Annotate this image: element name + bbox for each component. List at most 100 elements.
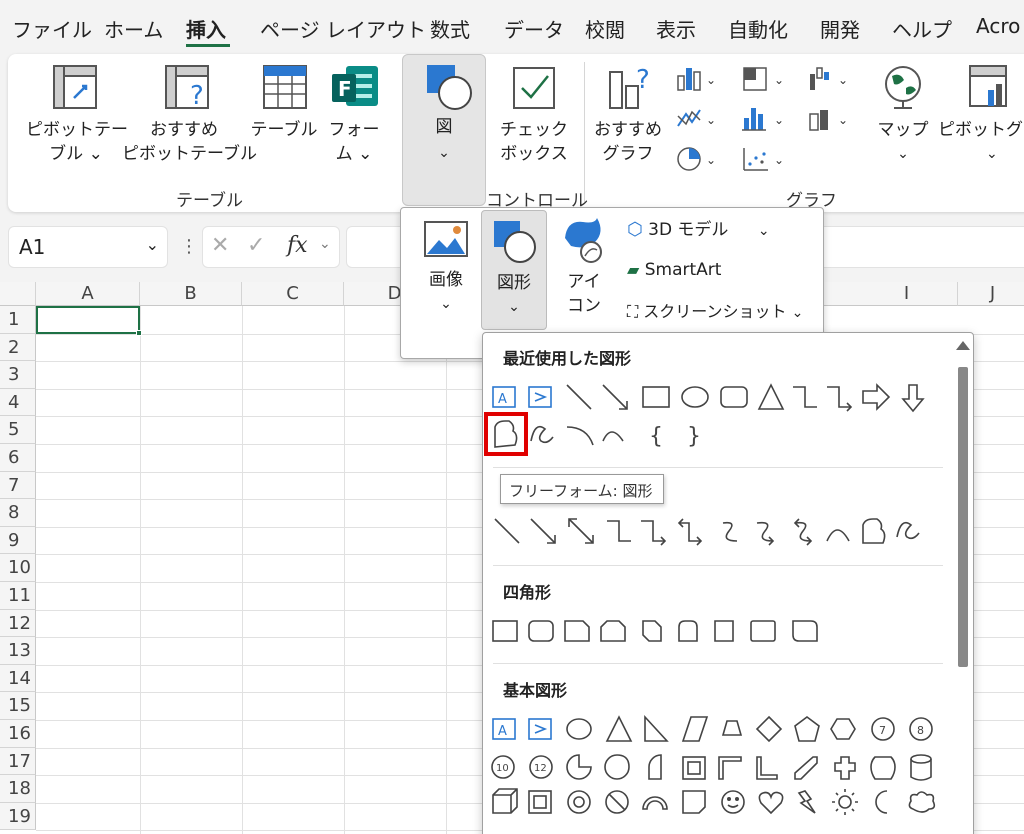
tab-page-layout[interactable]: ページ レイアウト [260, 14, 426, 43]
row-header-13[interactable]: 13 [0, 637, 36, 665]
screenshot-button[interactable]: ⛶ スクリーンショット ⌄ [627, 300, 803, 325]
recommended-pivot-button[interactable]: おすすめ ピボットテーブル [122, 118, 257, 166]
column-header-i[interactable]: I [856, 282, 958, 306]
pie-chart-icon[interactable]: ⌄ [676, 146, 716, 172]
tab-formulas[interactable]: 数式 [430, 14, 470, 43]
chevron-down-icon[interactable]: ⌄ [319, 236, 331, 252]
row-header-1[interactable]: 1 [0, 306, 36, 334]
svg-text:?: ? [636, 65, 650, 95]
3d-models-label: 3D モデル [648, 220, 729, 240]
tab-review[interactable]: 校閲 [585, 14, 625, 43]
row-header-12[interactable]: 12 [0, 609, 36, 638]
cloud-shape-icon [908, 791, 936, 813]
enter-check-icon[interactable]: ✓ [247, 233, 265, 258]
tab-file[interactable]: ファイル [12, 14, 92, 43]
row-header-9[interactable]: 9 [0, 526, 36, 555]
pivot-chart-button[interactable]: ピボットグラ ⌄ [938, 118, 1024, 166]
tab-data[interactable]: データ [504, 14, 564, 43]
recommended-chart-icon: ? [609, 65, 650, 109]
grid-line [446, 306, 447, 834]
waterfall-chart-icon[interactable]: ⌄ [808, 66, 852, 92]
scroll-up-arrow-icon[interactable] [956, 341, 970, 350]
left-brace-icon: { [649, 424, 663, 449]
row-header-19[interactable]: 19 [0, 802, 36, 831]
round-diagonal-rectangle-icon [792, 620, 818, 642]
3d-models-button[interactable]: ⬡ 3D モデル ⌄ [627, 218, 770, 243]
column-chart-icon[interactable]: ⌄ [676, 66, 716, 92]
icons-button[interactable]: アイ コン [555, 270, 613, 318]
forms-button[interactable]: フォー ム ⌄ [322, 118, 386, 166]
statistic-chart-icon[interactable]: ⌄ [742, 106, 786, 132]
smartart-icon: ▰ [627, 260, 640, 279]
lightning-bolt-icon [797, 790, 816, 814]
curved-arrow-connector-icon [756, 521, 775, 546]
row-header-2[interactable]: 2 [0, 333, 36, 362]
hierarchy-chart-icon[interactable]: ⌄ [742, 66, 786, 92]
row-header-16[interactable]: 16 [0, 720, 36, 748]
icons-label-1: アイ [567, 272, 601, 292]
combo-chart-icon[interactable]: ⌄ [808, 106, 852, 132]
column-header-b[interactable]: B [140, 282, 242, 306]
shapes-button[interactable]: 図形 ⌄ [481, 210, 547, 330]
pivot-table-label-2: ブル ⌄ [49, 144, 103, 164]
selected-cell-a1[interactable] [36, 306, 142, 336]
row-header-15[interactable]: 15 [0, 692, 36, 720]
line-chart-icon[interactable]: ⌄ [676, 106, 716, 132]
recommended-charts-label-2: グラフ [602, 144, 654, 164]
tab-acrobat[interactable]: Acro [976, 14, 1020, 38]
chevron-down-icon[interactable]: ⌄ [146, 235, 159, 254]
more-options-icon[interactable]: ⋮ [180, 236, 198, 257]
illustrations-button[interactable]: 図 ⌄ [402, 54, 486, 206]
row-header-17[interactable]: 17 [0, 747, 36, 776]
column-header-a[interactable]: A [36, 282, 140, 306]
row-header-4[interactable]: 4 [0, 388, 36, 417]
fill-handle[interactable] [136, 330, 142, 336]
row-header-6[interactable]: 6 [0, 444, 36, 472]
grid-line [140, 306, 141, 834]
scroll-thumb[interactable] [958, 367, 968, 667]
isosceles-triangle-icon [605, 715, 633, 742]
checkbox-button[interactable]: チェック ボックス [498, 118, 570, 166]
picture-icon [424, 221, 468, 257]
svg-text:7: 7 [879, 724, 886, 737]
column-header-j[interactable]: J [958, 282, 1024, 306]
can-shape-icon [910, 754, 932, 781]
row-header-8[interactable]: 8 [0, 499, 36, 527]
tab-automate[interactable]: 自動化 [728, 14, 788, 43]
table-button[interactable]: テーブル [246, 118, 322, 142]
maps-button[interactable]: マップ ⌄ [868, 118, 938, 166]
smiley-face-icon [721, 790, 745, 814]
tab-home[interactable]: ホーム [104, 14, 163, 43]
smartart-button[interactable]: ▰ SmartArt [627, 258, 721, 282]
gallery-scrollbar[interactable] [955, 341, 970, 834]
row-header-7[interactable]: 7 [0, 471, 36, 500]
grid-line [242, 306, 243, 834]
tab-developer[interactable]: 開発 [820, 14, 860, 43]
row-header-10[interactable]: 10 [0, 554, 36, 582]
svg-text:12: 12 [534, 763, 547, 774]
tab-insert[interactable]: 挿入 [186, 14, 226, 43]
name-box[interactable]: A1 ⌄ [8, 226, 168, 268]
globe-icon [885, 66, 921, 109]
column-header-c[interactable]: C [242, 282, 344, 306]
cancel-icon[interactable]: ✕ [211, 233, 229, 258]
illustrations-label: 図 [435, 117, 453, 137]
insert-function-icon[interactable]: fx [287, 233, 308, 258]
tab-view[interactable]: 表示 [656, 14, 696, 43]
row-header-18[interactable]: 18 [0, 775, 36, 803]
chevron-down-icon: ⌄ [508, 299, 520, 315]
pivot-table-button[interactable]: ピボットテー ブル ⌄ [26, 118, 128, 166]
row-header-5[interactable]: 5 [0, 416, 36, 444]
row-header-14[interactable]: 14 [0, 664, 36, 693]
scribble-icon [896, 521, 920, 540]
tab-help[interactable]: ヘルプ [892, 14, 952, 43]
icons-icon [565, 218, 602, 263]
round-corner-rectangle-icon [714, 620, 734, 642]
dodecagon-icon: 12 [529, 755, 553, 779]
scatter-chart-icon[interactable]: ⌄ [742, 146, 786, 172]
row-header-3[interactable]: 3 [0, 361, 36, 389]
pictures-button[interactable]: 画像 ⌄ [415, 268, 477, 316]
select-all-corner[interactable] [0, 282, 36, 306]
recommended-charts-button[interactable]: おすすめ グラフ [592, 118, 664, 166]
row-header-11[interactable]: 11 [0, 582, 36, 610]
